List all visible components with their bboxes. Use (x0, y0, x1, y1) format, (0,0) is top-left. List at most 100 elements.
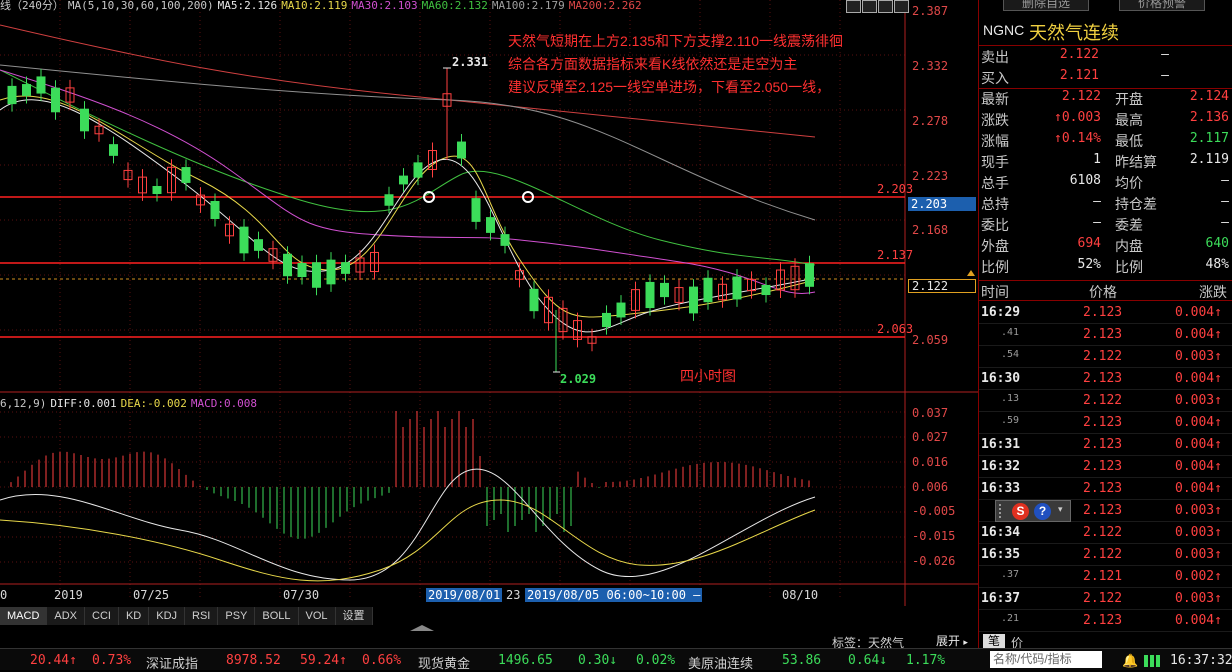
tick-price: 2.123 (1083, 415, 1123, 430)
hline-label-middle: 2.137 (877, 248, 914, 262)
search-input[interactable]: 名称/代码/指标 (990, 651, 1102, 668)
quote-value: 52% (1077, 257, 1101, 272)
tick-change: 0.004↑ (1175, 327, 1222, 342)
candle-body (457, 141, 466, 159)
ma-legend-item: MA100:2.179 (491, 0, 565, 12)
tick-price: 2.121 (1083, 569, 1123, 584)
quote-label: 现手 (981, 154, 1009, 170)
ma60-line (0, 69, 816, 266)
macd-legend-item: DIFF:0.001 (50, 397, 117, 410)
tab-rsi[interactable]: RSI (185, 607, 219, 625)
price-axis-label: 2.387 (912, 4, 949, 18)
tick-price: 2.123 (1083, 305, 1123, 320)
quote-label: 涨跌 (981, 112, 1009, 128)
macd-axis-label: 0.037 (912, 406, 949, 420)
index2-percent: 0.66% (362, 653, 402, 668)
quote-label: 总手 (981, 175, 1009, 191)
index2-name[interactable]: 深证成指 (146, 653, 198, 672)
tick-price: 2.123 (1083, 503, 1123, 518)
macd-axis-label: 0.027 (912, 430, 949, 444)
index3-percent: 0.02% (636, 653, 676, 668)
tab-cci[interactable]: CCI (85, 607, 119, 625)
cursor-datetime-label: 2019/08/05 06:00~10:00 — (525, 588, 703, 602)
candle-body (384, 194, 394, 206)
index1-percent: 0.73% (92, 653, 132, 668)
candle-body (312, 262, 321, 288)
tick-time: 16:37 (981, 591, 1021, 606)
window-close-icon[interactable] (894, 0, 909, 13)
quote-label: 开盘 (1115, 91, 1143, 107)
index3-name[interactable]: 现货黄金 (418, 653, 470, 672)
delete-favorite-button[interactable]: 删除自选 (1003, 0, 1089, 11)
macd-axis-label: 0.006 (912, 480, 949, 494)
ma-legend-item: MA30:2.103 (351, 0, 418, 12)
ma-legend-item: MA200:2.262 (568, 0, 642, 12)
index1-change: 20.44↑ (30, 653, 77, 668)
tab-macd[interactable]: MACD (0, 607, 48, 625)
tick-time: 16:35 (981, 547, 1021, 562)
current-price-arrow-icon (967, 270, 975, 276)
sell-price: 2.122 (1059, 47, 1099, 62)
tick-change: 0.003↑ (1175, 349, 1222, 364)
date-label: 2019 (54, 588, 83, 602)
candle-body (500, 234, 510, 246)
window-tile-icon[interactable] (878, 0, 893, 13)
bell-icon[interactable]: 🔔 (1122, 653, 1138, 669)
index4-name[interactable]: 美原油连续 (688, 653, 753, 672)
help-icon[interactable]: ? (1034, 503, 1051, 520)
candle-body (36, 76, 46, 94)
tab-kdj[interactable]: KDJ (149, 607, 186, 625)
tab-vol[interactable]: VOL (299, 607, 336, 625)
tick-time: .54 (1001, 349, 1020, 360)
tick-price: 2.123 (1083, 327, 1123, 342)
candle-body (181, 167, 191, 183)
tab-adx[interactable]: ADX (47, 607, 86, 625)
tick-row: 16:31 2.123 0.004↑ (979, 434, 1232, 456)
grip-icon (999, 504, 1005, 518)
candle-body (51, 87, 60, 113)
floating-toolbar[interactable]: S ? ▾ (995, 500, 1071, 522)
index3-change: 0.30↓ (578, 653, 618, 668)
instrument-header: NGNC 天然气连续 (979, 16, 1232, 46)
tab-kd[interactable]: KD (119, 607, 150, 625)
date-label: 08/10 (782, 588, 819, 602)
quote-label: 最高 (1115, 112, 1143, 128)
candle-body (689, 286, 698, 314)
date-label: 07/30 (283, 588, 320, 602)
tick-header: 时间 价格 涨跌 (979, 280, 1232, 301)
candle-body (805, 263, 814, 287)
expand-button[interactable]: 展开 ▸ (936, 632, 968, 649)
toolbar-menu-icon[interactable]: ▾ (1058, 504, 1063, 515)
ma-legend: 线（240分） MA(5,10,30,60,100,200) MA5:2.126 MA… (0, 0, 650, 13)
pen-tab[interactable]: 笔 (983, 634, 1005, 648)
candle-body (413, 162, 423, 178)
candle-body (297, 262, 307, 278)
diff-line (0, 468, 816, 581)
tab-settings[interactable]: 设置 (336, 607, 373, 625)
tab-boll[interactable]: BOLL (255, 607, 299, 625)
tab-psy[interactable]: PSY (218, 607, 256, 625)
macd-axis-label: -0.015 (912, 529, 956, 543)
quote-label: 最低 (1115, 133, 1143, 149)
tick-change: 0.004↑ (1175, 459, 1222, 474)
kline-chart-area[interactable]: 线（240分） MA(5,10,30,60,100,200) MA5:2.126 MA… (0, 0, 978, 608)
tick-change: 0.004↑ (1175, 305, 1222, 320)
sogou-icon[interactable]: S (1012, 503, 1029, 520)
macd-axis-label: 0.016 (912, 455, 949, 469)
sell-label: 卖出 (981, 49, 1009, 65)
macd-legend: 6,12,9) DIFF:0.001 DEA:-0.002 MACD:0.008 (0, 397, 261, 410)
tick-header-time: 时间 (981, 284, 1009, 300)
quote-value: 6108 (1069, 173, 1101, 188)
window-restore-icon[interactable] (846, 0, 861, 13)
analysis-annotation: 天然气短期在上方2.135和下方支撑2.110一线震荡徘徊 综合各方面数据指标来… (508, 30, 843, 99)
tick-time: .59 (1001, 415, 1020, 426)
scroll-up-icon[interactable] (410, 625, 434, 631)
expand-label: 展开 (936, 634, 961, 648)
candle-body (239, 226, 249, 254)
window-maximize-icon[interactable] (862, 0, 877, 13)
tick-price: 2.122 (1083, 547, 1123, 562)
candle-body (7, 85, 17, 105)
tick-price: 2.122 (1083, 591, 1123, 606)
price-alert-button[interactable]: 价格预警 (1119, 0, 1205, 11)
indicator-tabs: MACD ADX CCI KD KDJ RSI PSY BOLL VOL 设置 (0, 607, 373, 625)
